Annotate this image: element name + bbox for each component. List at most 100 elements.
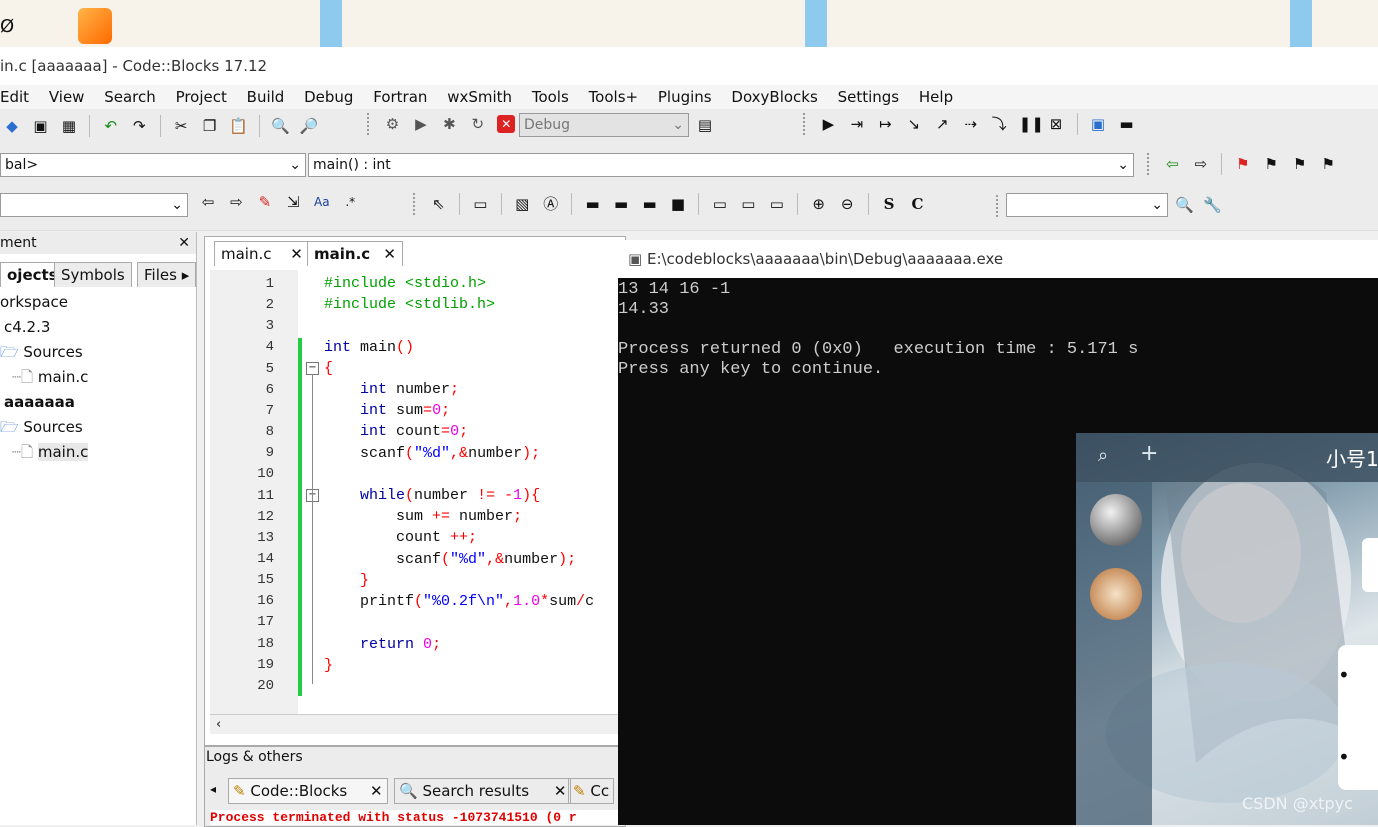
selected-text-icon[interactable]: ⇲ — [284, 193, 302, 211]
copy-icon[interactable]: ❐ — [201, 117, 219, 135]
close-icon[interactable]: ✕ — [383, 245, 396, 263]
step-into-icon[interactable]: ↘ — [905, 115, 923, 133]
code-line-1[interactable]: #include <stdio.h> — [324, 275, 486, 292]
find-next-icon[interactable]: ⇨ — [227, 193, 245, 211]
align-top-icon[interactable]: ▬ — [584, 195, 602, 213]
code-line-16[interactable]: printf("%0.2f\n",1.0*sum/c — [324, 593, 594, 610]
code-line-19[interactable]: } — [324, 657, 333, 674]
open-file-icon[interactable]: ◆ — [3, 117, 21, 135]
jump-forward-icon[interactable]: ⇨ — [1192, 155, 1210, 173]
menu-doxyblocks[interactable]: DoxyBlocks — [731, 88, 817, 106]
step-out-icon[interactable]: ↗ — [933, 115, 951, 133]
debug-windows-icon[interactable]: ▣ — [1089, 115, 1107, 133]
build-target-select[interactable]: Debug ⌄ — [519, 113, 689, 137]
code-line-7[interactable]: int sum=0; — [324, 402, 450, 419]
tree-file-1[interactable]: ┈🗋 main.c — [12, 365, 88, 390]
code-line-4[interactable]: int main() — [324, 339, 414, 356]
tree-sources-1[interactable]: 🗁 Sources — [0, 340, 83, 365]
toolbar-grip[interactable] — [996, 195, 1002, 217]
next-bookmark-icon[interactable]: ⚑ — [1291, 155, 1309, 173]
thread-search-options-icon[interactable]: 🔧 — [1203, 196, 1222, 214]
zoom-out-icon[interactable]: ⊖ — [838, 195, 856, 213]
fill-icon[interactable]: ■ — [669, 195, 687, 213]
code-line-18[interactable]: return 0; — [324, 636, 441, 653]
avatar[interactable] — [1090, 568, 1142, 620]
build-options-icon[interactable]: ▤ — [696, 116, 714, 134]
code-line-9[interactable]: scanf("%d",&number); — [324, 445, 540, 462]
editor-tab-2[interactable]: main.c ✕ — [307, 241, 403, 266]
border-right-icon[interactable]: ▭ — [739, 195, 757, 213]
toggle-bookmark-icon[interactable]: ⚑ — [1234, 155, 1252, 173]
avatar[interactable] — [1090, 494, 1142, 546]
tree-workspace[interactable]: orkspace — [0, 290, 68, 315]
logs-tab-search-results[interactable]: 🔍 Search results ✕ — [394, 778, 572, 804]
align-middle-icon[interactable]: ▬ — [612, 195, 630, 213]
search-icon[interactable]: ⌕ — [1098, 445, 1108, 466]
menu-tools-plus[interactable]: Tools+ — [589, 88, 639, 106]
toolbar-grip[interactable] — [413, 193, 419, 215]
menu-project[interactable]: Project — [176, 88, 227, 106]
toolbar-grip[interactable] — [367, 113, 373, 135]
various-info-icon[interactable]: ▬ — [1117, 115, 1135, 133]
widget-box-icon[interactable]: ▭ — [471, 195, 489, 213]
pointer-icon[interactable]: ⇖ — [429, 195, 447, 213]
jump-back-icon[interactable]: ⇦ — [1163, 155, 1181, 173]
menu-tools[interactable]: Tools — [532, 88, 569, 106]
clear-bookmarks-icon[interactable]: ⚑ — [1319, 155, 1337, 173]
menu-plugins[interactable]: Plugins — [658, 88, 712, 106]
build-and-run-icon[interactable]: ✱ — [440, 115, 458, 133]
match-case-icon[interactable]: Aa — [313, 193, 331, 211]
close-icon[interactable]: ✕ — [554, 782, 567, 800]
app-shortcut-icon[interactable] — [78, 8, 112, 44]
next-line-icon[interactable]: ↦ — [876, 115, 894, 133]
code-line-8[interactable]: int count=0; — [324, 423, 468, 440]
code-line-6[interactable]: int number; — [324, 381, 459, 398]
editor-tab-1[interactable]: main.c ✕ — [214, 241, 310, 266]
save-all-icon[interactable]: ▦ — [60, 117, 78, 135]
zoom-in-icon[interactable]: ⊕ — [810, 195, 828, 213]
menu-settings[interactable]: Settings — [838, 88, 900, 106]
tab-files[interactable]: Files ▸ — [137, 262, 197, 287]
save-icon[interactable]: ▣ — [31, 117, 49, 135]
code-line-12[interactable]: sum += number; — [324, 508, 522, 525]
step-into-instruction-icon[interactable]: ⤵ — [990, 115, 1008, 133]
find-prev-icon[interactable]: ⇦ — [199, 193, 217, 211]
cut-icon[interactable]: ✂ — [172, 117, 190, 135]
show-class-icon[interactable]: C — [909, 195, 927, 213]
menu-view[interactable]: View — [49, 88, 85, 106]
search-combo[interactable]: ⌄ — [0, 193, 188, 217]
toolbar-grip[interactable] — [1147, 153, 1153, 175]
regex-icon[interactable]: .* — [341, 193, 359, 211]
tree-project-2[interactable]: aaaaaaa — [4, 390, 75, 415]
function-combo[interactable]: main() : int ⌄ — [308, 153, 1134, 177]
code-line-14[interactable]: scanf("%d",&number); — [324, 551, 576, 568]
close-icon[interactable]: ✕ — [290, 245, 303, 263]
abort-icon[interactable]: ✕ — [497, 115, 516, 133]
menu-wxsmith[interactable]: wxSmith — [447, 88, 512, 106]
tree-file-2[interactable]: ┈🗋 main.c — [12, 440, 89, 465]
thread-search-combo[interactable]: ⌄ — [1006, 193, 1168, 217]
thread-search-icon[interactable]: 🔍 — [1175, 196, 1194, 214]
toolbar-grip[interactable] — [803, 113, 809, 135]
align-bottom-icon[interactable]: ▬ — [641, 195, 659, 213]
find-icon[interactable]: 🔍 — [271, 117, 290, 135]
border-all-icon[interactable]: ▭ — [768, 195, 786, 213]
redo-icon[interactable]: ↷ — [130, 117, 148, 135]
logs-tab-cc[interactable]: ✎ Cc — [568, 778, 615, 804]
rebuild-icon[interactable]: ↻ — [469, 115, 487, 133]
run-icon[interactable]: ▶ — [412, 115, 430, 133]
logs-tab-scroll-left[interactable]: ◂ — [210, 782, 216, 796]
undo-icon[interactable]: ↶ — [102, 117, 120, 135]
highlight-icon[interactable]: ✎ — [256, 193, 274, 211]
code-line-11[interactable]: while(number != -1){ — [324, 487, 540, 504]
add-icon[interactable]: + — [1140, 441, 1158, 466]
widget-text-icon[interactable]: Ⓐ — [542, 195, 560, 213]
logs-tab-codeblocks[interactable]: ✎ Code::Blocks ✕ — [228, 778, 388, 804]
run-to-cursor-icon[interactable]: ⇥ — [848, 115, 866, 133]
menu-edit[interactable]: Edit — [0, 88, 29, 106]
tab-symbols[interactable]: Symbols — [54, 262, 132, 287]
stop-debug-icon[interactable]: ⊠ — [1047, 115, 1065, 133]
close-icon[interactable]: ✕ — [370, 782, 383, 800]
widget-image-icon[interactable]: ▧ — [513, 195, 531, 213]
prev-bookmark-icon[interactable]: ⚑ — [1262, 155, 1280, 173]
